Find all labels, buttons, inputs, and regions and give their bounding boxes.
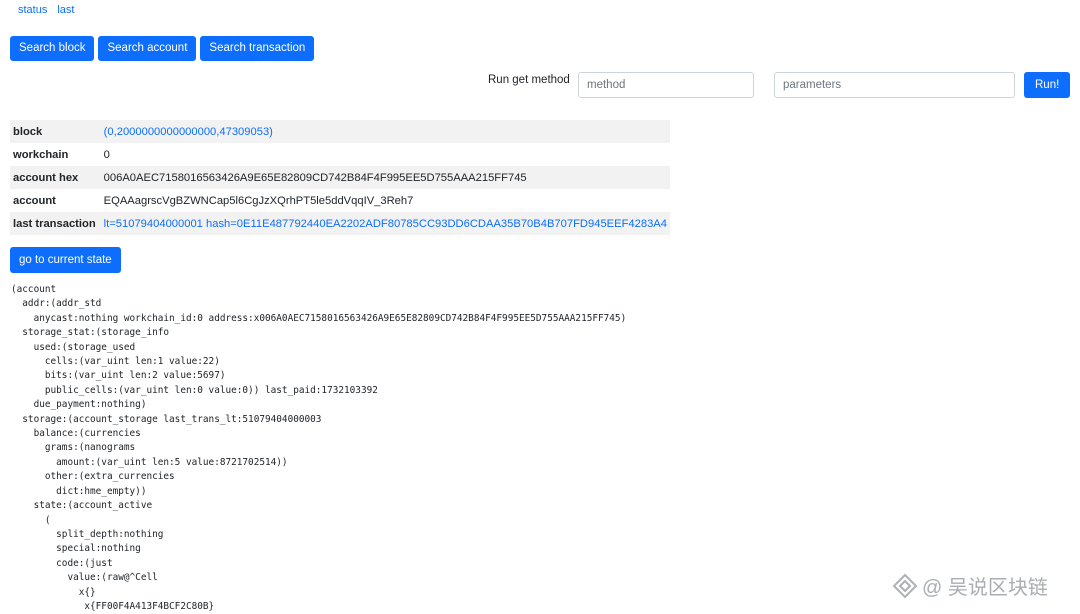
top-nav: status last (18, 4, 74, 16)
method-input[interactable] (578, 72, 754, 98)
last-transaction-label: last transaction (10, 212, 101, 235)
status-link[interactable]: status (18, 4, 47, 16)
account-hex-value: 006A0AEC7158016563426A9E65E82809CD742B84… (100, 166, 670, 189)
workchain-value: 0 (103, 148, 110, 161)
table-row: block (0,2000000000000000,47309053) (10, 120, 670, 143)
table-row: account EQAAagrscVgBZWNCap5l6CgJzXQrhPT5… (10, 189, 670, 212)
account-hex-label: account hex (10, 166, 101, 189)
account-info-table: block (0,2000000000000000,47309053) work… (10, 120, 670, 235)
run-get-method-label: Run get method (488, 74, 570, 86)
block-value: (0,2000000000000000,47309053) (100, 120, 670, 143)
watermark: @ 吴说区块链 (892, 571, 1048, 600)
account-dump: (account addr:(addr_std anycast:nothing … (11, 284, 627, 612)
workchain-label: workchain (13, 148, 69, 161)
table-row: last transaction lt=51079404000001 hash=… (10, 212, 670, 235)
account-value: EQAAagrscVgBZWNCap5l6CgJzXQrhPT5le5ddVqq… (103, 194, 414, 207)
last-transaction-value: lt=51079404000001 hash=0E11E487792440EA2… (100, 212, 670, 235)
diamond-logo-icon (892, 573, 918, 599)
search-buttons: Search block Search account Search trans… (10, 36, 315, 61)
go-to-current-state-button[interactable]: go to current state (10, 247, 121, 273)
search-account-button[interactable]: Search account (98, 36, 197, 61)
block-label: block (10, 120, 101, 143)
account-label: account (13, 194, 56, 207)
search-transaction-button[interactable]: Search transaction (200, 36, 315, 61)
parameters-input[interactable] (774, 72, 1015, 98)
table-row: workchain 0 (10, 143, 670, 166)
run-button[interactable]: Run! (1024, 72, 1071, 98)
watermark-text: @ 吴说区块链 (922, 577, 1048, 599)
last-link[interactable]: last (57, 4, 74, 16)
last-transaction-link[interactable]: lt=51079404000001 hash=0E11E487792440EA2… (104, 218, 667, 230)
table-row: account hex 006A0AEC7158016563426A9E65E8… (10, 166, 670, 189)
block-link[interactable]: (0,2000000000000000,47309053) (104, 126, 273, 138)
search-block-button[interactable]: Search block (10, 36, 95, 61)
